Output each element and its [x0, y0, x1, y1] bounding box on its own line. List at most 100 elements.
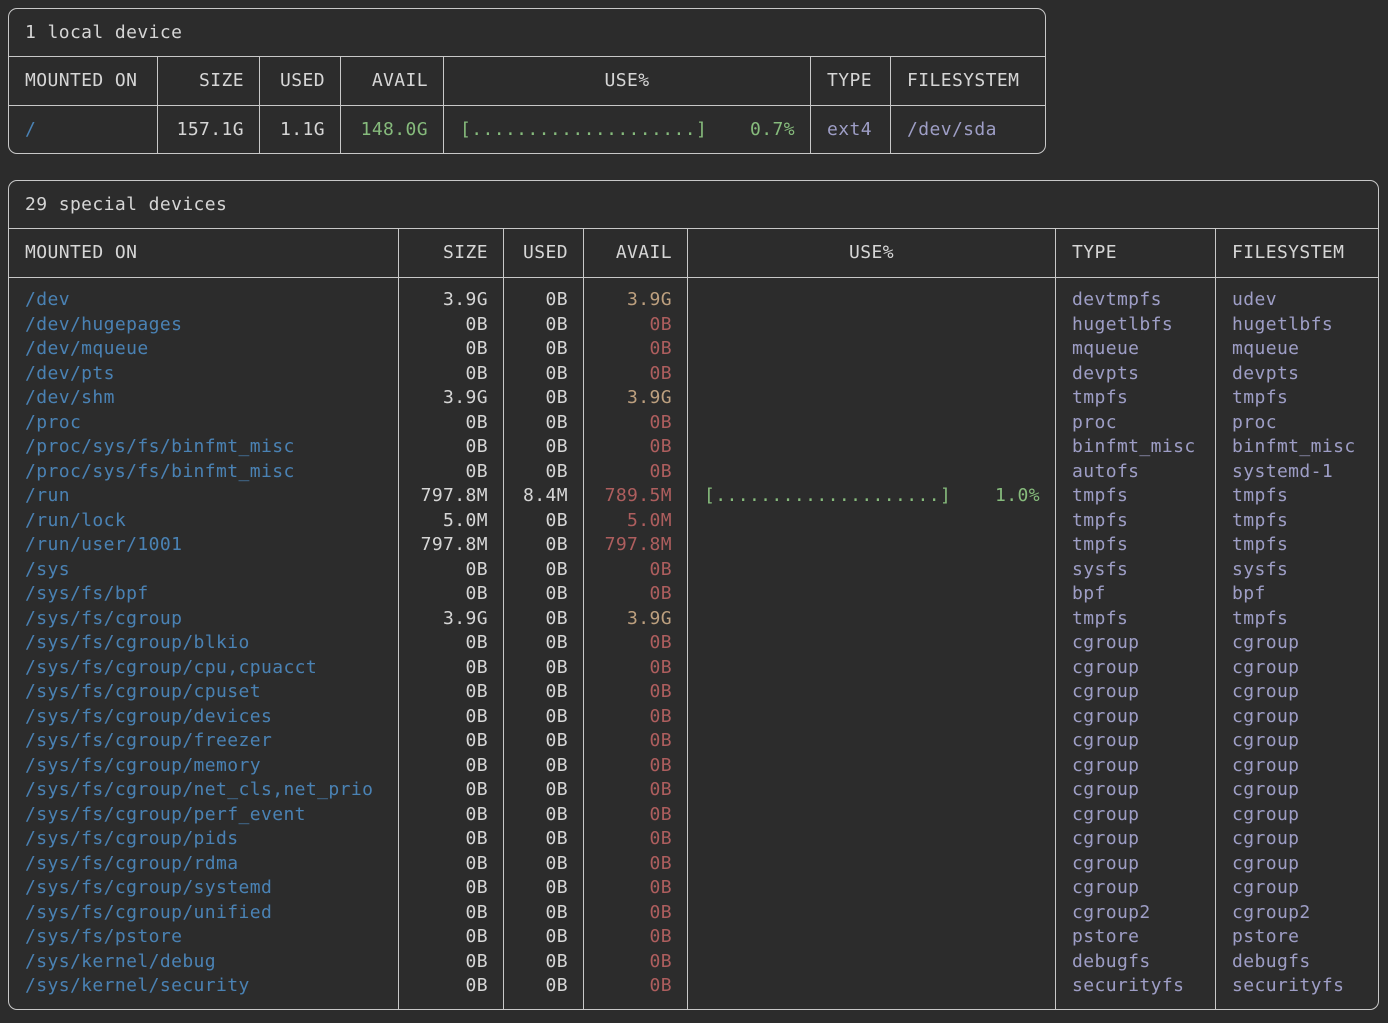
column-filesystem: udevhugetlbfsmqueuedevptstmpfsprocbinfmt… [1216, 278, 1378, 1009]
cell-avail: 0B [584, 803, 687, 828]
cell-used: 0B [504, 411, 583, 436]
cell-avail: 0B [584, 435, 687, 460]
cell-mounted-on: /dev/pts [9, 362, 398, 387]
cell-filesystem: cgroup [1216, 827, 1378, 852]
cell-size: 0B [399, 729, 503, 754]
cell-used: 0B [504, 852, 583, 877]
header-type: TYPE [1056, 229, 1216, 277]
cell-avail: 0B [584, 754, 687, 779]
cell-size: 0B [399, 876, 503, 901]
cell-mounted-on: /sys [9, 558, 398, 583]
header-used: USED [504, 229, 584, 277]
cell-use-percent [688, 337, 1055, 362]
cell-use-percent [688, 901, 1055, 926]
cell-mounted-on: /run [9, 484, 398, 509]
cell-use-percent [688, 754, 1055, 779]
cell-filesystem: securityfs [1216, 974, 1378, 999]
cell-mounted-on: /proc [9, 411, 398, 436]
cell-mounted-on: /sys/fs/pstore [9, 925, 398, 950]
cell-avail: 0B [584, 337, 687, 362]
special-devices-body: /dev/dev/hugepages/dev/mqueue/dev/pts/de… [9, 278, 1378, 1009]
cell-mounted-on: /sys/fs/cgroup/cpu,cpuacct [9, 656, 398, 681]
cell-mounted-on: /sys/fs/cgroup/perf_event [9, 803, 398, 828]
cell-filesystem: pstore [1216, 925, 1378, 950]
column-used: 0B0B0B0B0B0B0B0B8.4M0B0B0B0B0B0B0B0B0B0B… [504, 278, 584, 1009]
cell-type: cgroup [1056, 778, 1215, 803]
cell-use-percent [688, 362, 1055, 387]
cell-mounted-on: /dev [9, 288, 398, 313]
cell-avail: 0B [584, 974, 687, 999]
cell-used: 1.1G [260, 106, 340, 153]
cell-use-percent [688, 631, 1055, 656]
cell-type: sysfs [1056, 558, 1215, 583]
cell-avail: 0B [584, 950, 687, 975]
cell-use-percent [688, 509, 1055, 534]
cell-mounted-on: /sys/fs/cgroup/cpuset [9, 680, 398, 705]
cell-mounted-on: /sys/fs/bpf [9, 582, 398, 607]
cell-mounted-on: /dev/mqueue [9, 337, 398, 362]
cell-filesystem: cgroup [1216, 705, 1378, 730]
cell-type: tmpfs [1056, 484, 1215, 509]
cell-size: 0B [399, 778, 503, 803]
cell-mounted-on: /dev/hugepages [9, 313, 398, 338]
header-filesystem: FILESYSTEM [1216, 229, 1378, 277]
cell-avail: 797.8M [584, 533, 687, 558]
cell-used: 0B [504, 313, 583, 338]
cell-type: binfmt_misc [1056, 435, 1215, 460]
cell-used: 0B [504, 509, 583, 534]
usage-percent: 1.0% [995, 484, 1040, 509]
usage-bar: [....................] [704, 484, 951, 509]
cell-use-percent [688, 386, 1055, 411]
usage-percent: 0.7% [750, 106, 795, 153]
cell-used: 0B [504, 705, 583, 730]
header-size: SIZE [158, 57, 260, 105]
cell-used: 0B [504, 827, 583, 852]
cell-avail: 0B [584, 631, 687, 656]
cell-avail: 0B [584, 876, 687, 901]
cell-used: 0B [504, 876, 583, 901]
cell-avail: 3.9G [584, 288, 687, 313]
cell-size: 0B [399, 901, 503, 926]
cell-avail: 0B [584, 582, 687, 607]
cell-use-percent: [....................]0.7% [444, 106, 810, 153]
cell-size: 0B [399, 950, 503, 975]
cell-avail: 0B [584, 827, 687, 852]
cell-size: 0B [399, 680, 503, 705]
cell-filesystem: mqueue [1216, 337, 1378, 362]
cell-use-percent [688, 533, 1055, 558]
header-avail: AVAIL [584, 229, 688, 277]
cell-type: cgroup [1056, 729, 1215, 754]
cell-size: 3.9G [399, 607, 503, 632]
cell-filesystem: cgroup [1216, 656, 1378, 681]
special-devices-title: 29 special devices [9, 181, 1378, 229]
cell-size: 0B [399, 460, 503, 485]
cell-use-percent [688, 729, 1055, 754]
cell-used: 0B [504, 337, 583, 362]
cell-type: cgroup [1056, 827, 1215, 852]
cell-filesystem: binfmt_misc [1216, 435, 1378, 460]
cell-use-percent [688, 950, 1055, 975]
cell-filesystem: hugetlbfs [1216, 313, 1378, 338]
cell-filesystem: systemd-1 [1216, 460, 1378, 485]
cell-type: ext4 [811, 106, 890, 153]
cell-type: cgroup [1056, 631, 1215, 656]
cell-used: 0B [504, 778, 583, 803]
cell-size: 0B [399, 558, 503, 583]
cell-type: tmpfs [1056, 607, 1215, 632]
cell-type: cgroup [1056, 705, 1215, 730]
cell-avail: 0B [584, 778, 687, 803]
cell-used: 0B [504, 533, 583, 558]
cell-filesystem: /dev/sda [891, 106, 1045, 153]
cell-mounted-on: /run/user/1001 [9, 533, 398, 558]
cell-use-percent [688, 656, 1055, 681]
cell-mounted-on: /sys/fs/cgroup/memory [9, 754, 398, 779]
cell-mounted-on: /sys/fs/cgroup/freezer [9, 729, 398, 754]
header-filesystem: FILESYSTEM [891, 57, 1045, 105]
cell-size: 0B [399, 435, 503, 460]
cell-size: 0B [399, 337, 503, 362]
cell-use-percent [688, 803, 1055, 828]
cell-size: 5.0M [399, 509, 503, 534]
cell-avail: 3.9G [584, 607, 687, 632]
cell-size: 0B [399, 631, 503, 656]
cell-mounted-on: /proc/sys/fs/binfmt_misc [9, 435, 398, 460]
